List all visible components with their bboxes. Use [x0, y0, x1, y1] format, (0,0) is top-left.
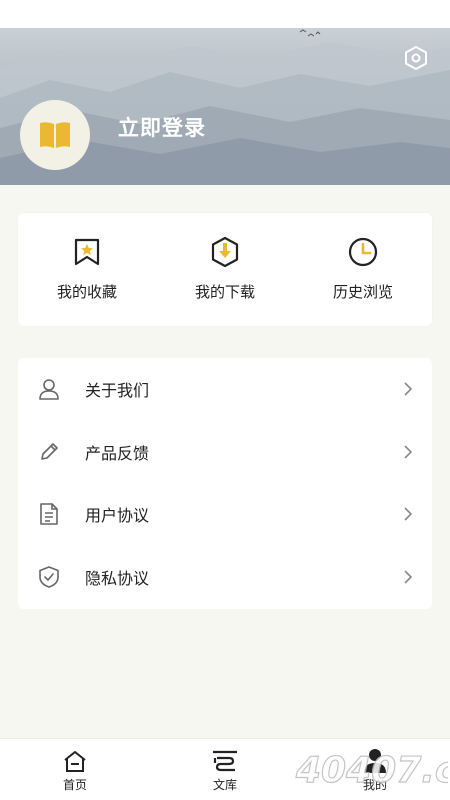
settings-menu-card: 关于我们 产品反馈 用户协议 隐私协议: [18, 358, 432, 609]
profile-header-banner: 立即登录: [0, 28, 450, 185]
document-icon: [40, 503, 58, 526]
library-icon: [213, 750, 237, 772]
book-icon: [40, 122, 70, 148]
bookmark-star-icon: [74, 238, 100, 266]
menu-item-product-feedback[interactable]: 产品反馈: [18, 421, 432, 484]
settings-button[interactable]: [402, 44, 430, 72]
profile-page: 立即登录 我的收藏 我的下载 历史浏览 关于我们 产品反馈 用户协议 隐私协议 …: [0, 0, 450, 800]
avatar[interactable]: [20, 100, 90, 170]
nav-tab-library[interactable]: 文库: [150, 739, 300, 800]
my-downloads-button[interactable]: 我的下载: [156, 213, 294, 326]
quick-actions-card: 我的收藏 我的下载 历史浏览: [18, 213, 432, 326]
bottom-navigation: 首页 文库 我的: [0, 738, 450, 800]
shield-check-icon: [39, 565, 59, 588]
quick-action-label: 历史浏览: [332, 283, 393, 301]
chevron-right-icon: [404, 445, 413, 459]
menu-item-label: 关于我们: [85, 381, 150, 401]
chevron-right-icon: [404, 570, 413, 584]
hexagon-settings-icon: [405, 45, 427, 71]
browse-history-button[interactable]: 历史浏览: [294, 213, 432, 326]
nav-tab-label: 首页: [62, 778, 87, 792]
nav-tab-mine[interactable]: 我的: [300, 739, 450, 800]
menu-item-label: 隐私协议: [85, 568, 150, 588]
nav-tab-label: 我的: [362, 778, 387, 792]
pencil-icon: [41, 442, 58, 460]
menu-item-label: 产品反馈: [85, 443, 150, 463]
home-icon: [64, 751, 86, 772]
my-favorites-button[interactable]: 我的收藏: [18, 213, 156, 326]
quick-action-label: 我的收藏: [56, 283, 117, 301]
download-shield-icon: [211, 236, 239, 268]
menu-item-privacy-agreement[interactable]: 隐私协议: [18, 546, 432, 609]
quick-action-label: 我的下载: [194, 283, 255, 301]
status-bar: [0, 0, 450, 28]
login-link[interactable]: 立即登录: [118, 112, 206, 142]
chevron-right-icon: [404, 382, 413, 396]
profile-icon: [364, 749, 386, 773]
menu-item-about-us[interactable]: 关于我们: [18, 358, 432, 421]
menu-item-user-agreement[interactable]: 用户协议: [18, 483, 432, 546]
user-icon: [39, 379, 59, 401]
menu-item-label: 用户协议: [85, 506, 150, 526]
clock-icon: [348, 237, 378, 267]
chevron-right-icon: [404, 507, 413, 521]
nav-tab-home[interactable]: 首页: [0, 739, 150, 800]
nav-tab-label: 文库: [212, 778, 237, 792]
